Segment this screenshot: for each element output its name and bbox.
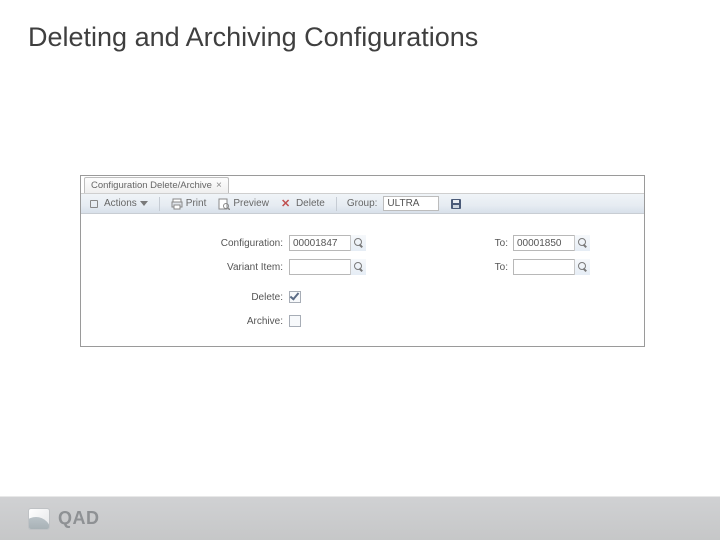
- tab-bar: Configuration Delete/Archive ×: [81, 176, 644, 194]
- delete-button[interactable]: ✕ Delete: [278, 197, 328, 211]
- delete-label: Delete: [296, 198, 325, 209]
- preview-label: Preview: [233, 198, 269, 209]
- print-button[interactable]: Print: [168, 197, 210, 211]
- group-input[interactable]: [383, 196, 439, 211]
- chevron-down-icon: [140, 201, 148, 206]
- slide-title: Deleting and Archiving Configurations: [28, 22, 478, 53]
- label-configuration: Configuration:: [81, 238, 289, 249]
- app-window: Configuration Delete/Archive × Actions P…: [80, 175, 645, 347]
- tab-config-delete-archive[interactable]: Configuration Delete/Archive ×: [84, 177, 229, 193]
- label-to-2: To:: [473, 262, 513, 273]
- lookup-button[interactable]: [350, 259, 366, 275]
- variant-from-field[interactable]: [289, 259, 365, 275]
- print-label: Print: [186, 198, 207, 209]
- lookup-button[interactable]: [574, 235, 590, 251]
- preview-icon: [218, 198, 230, 210]
- label-variant-item: Variant Item:: [81, 262, 289, 273]
- archive-checkbox[interactable]: [289, 315, 301, 327]
- search-icon: [578, 238, 588, 248]
- search-icon: [354, 262, 364, 272]
- search-icon: [578, 262, 588, 272]
- separator: [159, 197, 160, 211]
- actions-button[interactable]: Actions: [86, 197, 151, 211]
- lookup-button[interactable]: [574, 259, 590, 275]
- actions-label: Actions: [104, 198, 137, 209]
- save-button[interactable]: [447, 197, 465, 211]
- toolbar: Actions Print Preview ✕ Delete: [81, 194, 644, 214]
- delete-icon: ✕: [281, 198, 293, 210]
- variant-to-input[interactable]: [514, 260, 574, 274]
- configuration-to-input[interactable]: [514, 236, 574, 250]
- variant-to-field[interactable]: [513, 259, 589, 275]
- save-icon: [450, 198, 462, 210]
- form-panel: Configuration: To: Variant Item:: [81, 214, 644, 332]
- search-icon: [354, 238, 364, 248]
- qad-logo-text: QAD: [58, 508, 100, 529]
- qad-logo-icon: [28, 508, 50, 530]
- group-label: Group:: [347, 198, 378, 209]
- configuration-from-input[interactable]: [290, 236, 350, 250]
- configuration-from-field[interactable]: [289, 235, 365, 251]
- delete-checkbox[interactable]: [289, 291, 301, 303]
- tab-label: Configuration Delete/Archive: [91, 180, 212, 191]
- slide-footer: QAD: [0, 496, 720, 540]
- close-icon[interactable]: ×: [216, 181, 222, 191]
- variant-from-input[interactable]: [290, 260, 350, 274]
- label-archive: Archive:: [81, 316, 289, 327]
- label-to-1: To:: [473, 238, 513, 249]
- lookup-button[interactable]: [350, 235, 366, 251]
- print-icon: [171, 198, 183, 210]
- label-delete: Delete:: [81, 292, 289, 303]
- configuration-to-field[interactable]: [513, 235, 589, 251]
- preview-button[interactable]: Preview: [215, 197, 272, 211]
- separator: [336, 197, 337, 211]
- actions-icon: [89, 198, 101, 210]
